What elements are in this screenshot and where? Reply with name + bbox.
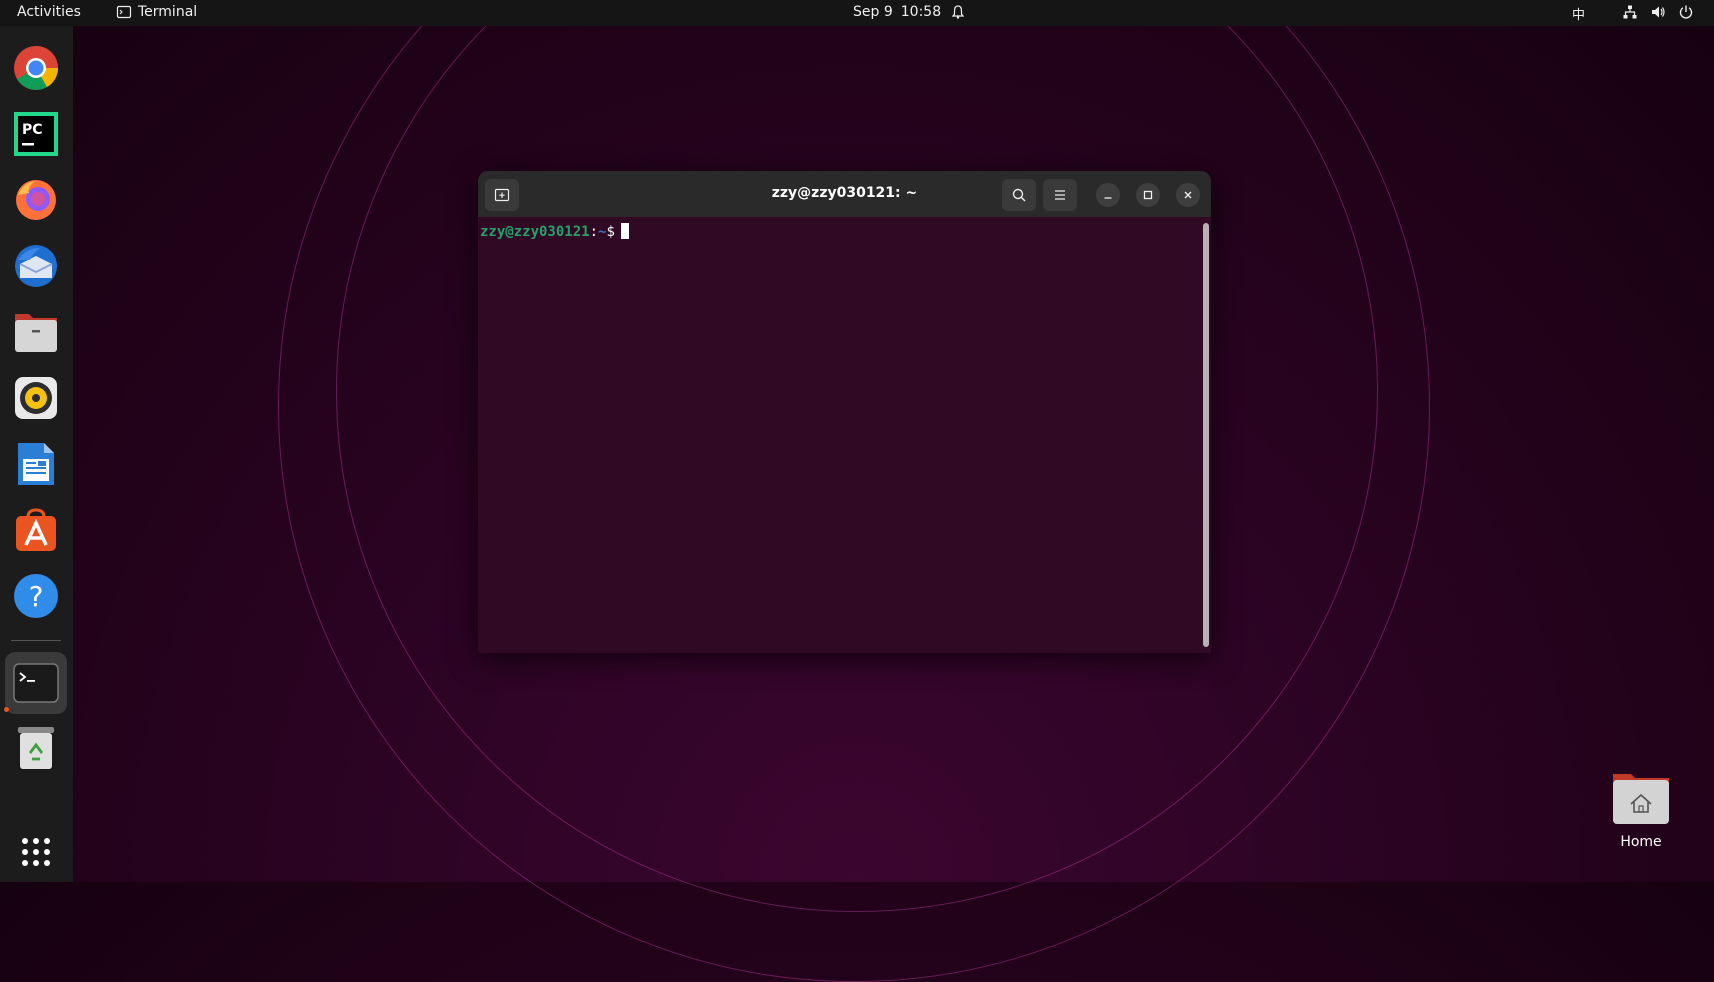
terminal-body[interactable]: zzy@zzy030121:~$ — [478, 217, 1211, 653]
terminal-window[interactable]: zzy@zzy030121: ~ zzy@zzy030121:~$ — [478, 171, 1211, 653]
dock-firefox[interactable] — [10, 174, 62, 226]
chrome-icon — [14, 46, 58, 90]
prompt-symbol: $ — [606, 224, 615, 240]
dock-chrome[interactable] — [10, 42, 62, 94]
menu-button[interactable] — [1043, 179, 1077, 211]
maximize-icon — [1143, 190, 1153, 200]
system-menu[interactable] — [1622, 4, 1694, 20]
close-icon — [1184, 191, 1192, 199]
pycharm-icon: PC — [14, 112, 58, 156]
running-indicator — [4, 707, 9, 712]
search-button[interactable] — [1002, 179, 1036, 211]
network-icon — [1623, 5, 1637, 19]
app-menu[interactable]: Terminal — [116, 4, 197, 20]
top-bar: Activities Terminal Sep 9 10:58 中 — [0, 0, 1714, 26]
terminal-icon — [13, 663, 59, 703]
dock-rhythmbox[interactable] — [10, 372, 62, 424]
dock-trash[interactable] — [10, 722, 62, 774]
thunderbird-icon — [15, 245, 57, 287]
prompt-user-host: zzy@zzy030121 — [480, 224, 590, 240]
writer-icon — [18, 443, 54, 485]
time-text: 10:58 — [900, 4, 942, 20]
shell-prompt: zzy@zzy030121:~$ — [480, 223, 629, 240]
clock-button[interactable]: Sep 9 10:58 — [853, 4, 941, 20]
grid-icon — [22, 838, 50, 866]
date-text: Sep 9 — [853, 4, 893, 20]
dock-separator — [11, 640, 61, 641]
terminal-header-bar[interactable]: zzy@zzy030121: ~ — [478, 171, 1211, 217]
trash-icon — [18, 727, 54, 769]
minimize-icon — [1104, 197, 1112, 199]
firefox-icon — [16, 180, 56, 220]
software-icon — [16, 508, 56, 551]
maximize-button[interactable] — [1136, 183, 1160, 207]
dock-files[interactable] — [10, 306, 62, 358]
dock: PC ? — [0, 26, 73, 882]
rhythmbox-icon — [15, 377, 57, 419]
dock-writer[interactable] — [10, 438, 62, 490]
prompt-colon: : — [589, 224, 599, 240]
search-icon — [1012, 188, 1026, 202]
svg-text:PC: PC — [22, 122, 43, 138]
dock-pycharm[interactable]: PC — [10, 108, 62, 160]
help-icon: ? — [14, 574, 58, 618]
hamburger-menu-icon — [1055, 190, 1065, 200]
home-folder-label[interactable]: Home — [1601, 834, 1681, 850]
close-button[interactable] — [1176, 183, 1200, 207]
dock-help[interactable]: ? — [10, 570, 62, 622]
terminal-app-icon — [116, 5, 132, 19]
input-method-indicator[interactable]: 中 — [1572, 4, 1585, 23]
home-folder-icon[interactable] — [1611, 770, 1671, 826]
show-apps-button[interactable] — [10, 826, 62, 878]
volume-icon — [1652, 6, 1665, 18]
dock-thunderbird[interactable] — [10, 240, 62, 292]
bell-icon — [951, 5, 965, 19]
text-cursor — [620, 223, 629, 239]
files-icon — [15, 314, 57, 352]
power-icon — [1679, 5, 1693, 19]
dock-terminal[interactable] — [10, 657, 62, 709]
terminal-scrollbar[interactable] — [1203, 223, 1209, 647]
app-menu-label: Terminal — [138, 4, 198, 20]
minimize-button[interactable] — [1096, 183, 1120, 207]
activities-button[interactable]: Activities — [17, 4, 81, 20]
svg-text:?: ? — [29, 580, 44, 613]
dock-software[interactable] — [10, 504, 62, 556]
